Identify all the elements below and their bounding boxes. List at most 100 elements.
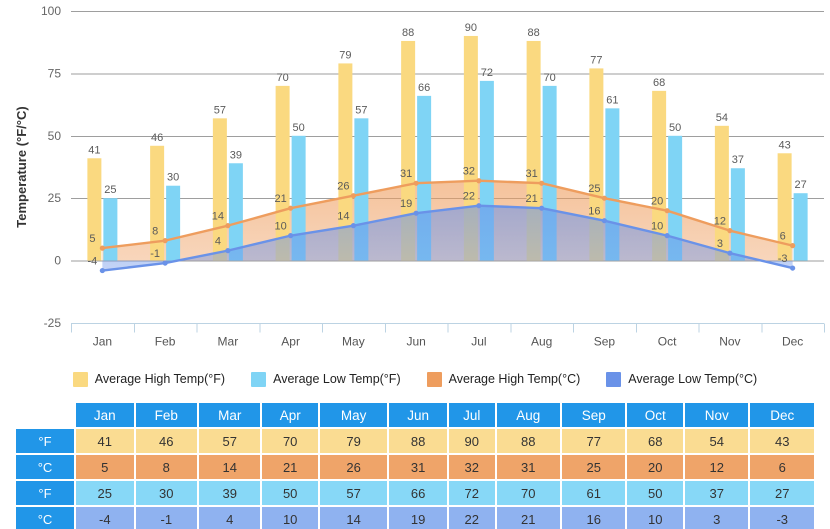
table-cell: 6 [750, 455, 814, 479]
table-cell: 88 [496, 429, 560, 453]
marker-low-celsius[interactable] [225, 248, 231, 254]
bar-low-fahrenheit[interactable] [730, 168, 745, 261]
table-cell: 88 [389, 429, 447, 453]
data-label-high-fahrenheit: 88 [402, 27, 414, 39]
marker-low-celsius[interactable] [350, 223, 356, 229]
marker-low-celsius[interactable] [601, 218, 607, 224]
table-cell: 90 [448, 429, 495, 453]
data-label-low-celsius: -3 [778, 253, 788, 265]
table-body: °F 41 46 57 70 79 88 90 88 77 68 54 43 °C 5 8 14 21 26 31 32… [16, 429, 814, 529]
x-axis-month-label: Mar [218, 335, 239, 349]
x-axis-month-label: May [342, 335, 365, 349]
table-column-header[interactable]: Mar [199, 403, 261, 427]
marker-high-celsius[interactable] [664, 208, 670, 214]
table-column-header[interactable]: Dec [750, 403, 814, 427]
marker-low-celsius[interactable] [539, 205, 545, 211]
table-column-header[interactable]: Jun [389, 403, 447, 427]
table-cell: 61 [562, 481, 626, 505]
table-cell: 12 [685, 455, 749, 479]
marker-high-celsius[interactable] [99, 245, 105, 251]
table-cell: 14 [319, 507, 388, 529]
bar-low-fahrenheit[interactable] [166, 185, 181, 261]
marker-high-celsius[interactable] [790, 243, 796, 249]
table-column-header[interactable]: Feb [135, 403, 198, 427]
marker-high-celsius[interactable] [350, 193, 356, 199]
data-label-low-celsius: 14 [337, 211, 349, 223]
table-column-header[interactable]: Oct [627, 403, 683, 427]
marker-low-celsius[interactable] [664, 233, 670, 239]
marker-low-celsius[interactable] [99, 267, 105, 274]
table-cell: 57 [319, 481, 388, 505]
data-label-high-fahrenheit: 88 [528, 27, 540, 39]
table-cell: 46 [135, 429, 198, 453]
legend-swatch-icon [72, 371, 88, 387]
table-cell: 25 [76, 481, 134, 505]
legend-item[interactable]: Average Low Temp(°C) [606, 371, 757, 387]
data-label-low-fahrenheit: 39 [230, 149, 242, 161]
marker-high-celsius[interactable] [727, 228, 733, 234]
table-cell: 26 [319, 455, 388, 479]
data-label-low-fahrenheit: 27 [795, 179, 807, 191]
data-label-high-celsius: 31 [526, 168, 538, 180]
table-cell: 50 [262, 481, 318, 505]
table-column-header[interactable]: Apr [262, 403, 318, 427]
marker-low-celsius[interactable] [790, 265, 796, 271]
marker-low-celsius[interactable] [162, 260, 168, 266]
table-column-header[interactable]: Aug [496, 403, 560, 427]
table-cell: 25 [562, 455, 626, 479]
legend-item[interactable]: Average High Temp(°C) [426, 371, 581, 387]
marker-low-celsius[interactable] [476, 203, 482, 209]
data-label-high-fahrenheit: 46 [151, 132, 163, 144]
bar-high-fahrenheit[interactable] [87, 158, 102, 261]
data-label-low-celsius: 3 [717, 238, 723, 250]
table-column-header[interactable]: Jul [448, 403, 495, 427]
marker-high-celsius[interactable] [162, 238, 168, 244]
data-label-low-celsius: 10 [275, 221, 287, 233]
marker-high-celsius[interactable] [539, 180, 545, 186]
table-corner-cell [16, 403, 74, 427]
x-axis-month-label: Jul [471, 335, 486, 349]
bar-low-fahrenheit[interactable] [103, 198, 118, 261]
table-cell: 10 [262, 507, 318, 529]
data-label-high-celsius: 20 [651, 196, 663, 208]
legend-item[interactable]: Average High Temp(°F) [72, 371, 225, 387]
table-column-header[interactable]: Jan [76, 403, 134, 427]
bar-low-fahrenheit[interactable] [793, 193, 808, 261]
table-cell: 4 [199, 507, 261, 529]
table-cell: 19 [389, 507, 447, 529]
table-cell: 70 [496, 481, 560, 505]
data-label-low-fahrenheit: 30 [167, 172, 179, 184]
table-column-header[interactable]: May [319, 403, 388, 427]
table-row-label: °C [16, 455, 74, 479]
chart-canvas: 100 75 50 25 0 -25 Temperature (°F/°C) 41 25 5 -4 4… [14, 4, 825, 349]
bar-high-fahrenheit[interactable] [275, 85, 290, 261]
marker-high-celsius[interactable] [413, 180, 419, 186]
temperature-table-wrapper: Jan Feb Mar Apr May Jun Jul Aug Sep Oct Nov Dec °F 4… [14, 401, 816, 529]
legend-item[interactable]: Average Low Temp(°F) [251, 371, 401, 387]
data-label-high-fahrenheit: 77 [590, 54, 602, 66]
table-cell: 14 [199, 455, 261, 479]
marker-high-celsius[interactable] [476, 178, 482, 184]
data-label-high-celsius: 31 [400, 168, 412, 180]
marker-low-celsius[interactable] [413, 210, 419, 216]
marker-high-celsius[interactable] [601, 195, 607, 201]
marker-high-celsius[interactable] [288, 205, 294, 211]
bar-low-fahrenheit[interactable] [228, 163, 243, 261]
legend-swatch-icon [426, 371, 442, 387]
table-cell: 22 [448, 507, 495, 529]
legend-item-label: Average High Temp(°C) [448, 372, 581, 386]
data-label-low-fahrenheit: 72 [481, 67, 493, 79]
marker-low-celsius[interactable] [727, 250, 733, 256]
marker-low-celsius[interactable] [288, 233, 294, 239]
x-axis-month-label: Aug [531, 335, 552, 349]
y-axis-tick-label: 25 [48, 191, 62, 205]
y-axis-tick-label: 0 [54, 254, 61, 268]
table-column-header[interactable]: Nov [685, 403, 749, 427]
data-label-low-celsius: 22 [463, 191, 475, 203]
data-label-high-celsius: 21 [275, 193, 287, 205]
table-column-header[interactable]: Sep [562, 403, 626, 427]
table-cell: 66 [389, 481, 447, 505]
table-cell: 57 [199, 429, 261, 453]
marker-high-celsius[interactable] [225, 223, 231, 229]
table-cell: 5 [76, 455, 134, 479]
